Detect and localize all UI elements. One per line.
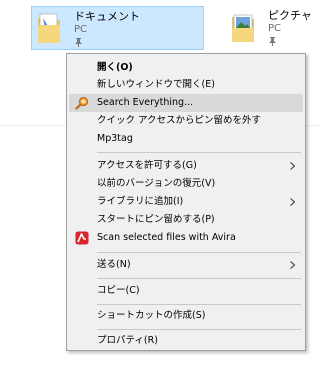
menu-item-properties[interactable]: プロパティ(R) xyxy=(69,332,303,350)
menu-item-label: Mp3tag xyxy=(97,133,133,144)
menu-separator xyxy=(97,278,301,279)
submenu-arrow-icon xyxy=(290,261,295,269)
avira-icon xyxy=(75,231,89,245)
menu-item-label: プロパティ(R) xyxy=(97,335,158,346)
menu-item-label: クイック アクセスからピン留めを外す xyxy=(97,115,262,126)
menu-item-label: Search Everything... xyxy=(97,97,194,108)
menu-item-label: スタートにピン留めする(P) xyxy=(97,214,215,225)
menu-separator xyxy=(97,304,301,305)
menu-item-scan-avira[interactable]: Scan selected files with Avira xyxy=(69,229,303,247)
file-name: ピクチャ xyxy=(268,9,312,22)
menu-item-label: アクセスを許可する(G) xyxy=(97,160,197,171)
menu-item-label: Scan selected files with Avira xyxy=(97,232,236,243)
submenu-arrow-icon xyxy=(290,198,295,206)
documents-folder-tile[interactable]: ドキュメント PC xyxy=(31,6,204,50)
menu-item-unpin-quick-access[interactable]: クイック アクセスからピン留めを外す xyxy=(69,112,303,130)
file-location: PC xyxy=(74,24,88,35)
menu-item-copy[interactable]: コピー(C) xyxy=(69,282,303,300)
menu-item-send-to[interactable]: 送る(N) xyxy=(69,256,303,274)
file-location: PC xyxy=(268,23,282,34)
menu-separator xyxy=(97,329,301,330)
menu-item-search-everything[interactable]: Search Everything... xyxy=(69,94,303,112)
pin-icon xyxy=(269,37,276,46)
context-menu: 開く(O) 新しいウィンドウで開く(E) Search Everything..… xyxy=(66,53,306,351)
menu-item-restore-versions[interactable]: 以前のバージョンの復元(V) xyxy=(69,175,303,193)
menu-item-create-shortcut[interactable]: ショートカットの作成(S) xyxy=(69,307,303,325)
menu-item-label: 新しいウィンドウで開く(E) xyxy=(97,79,215,90)
menu-item-add-to-library[interactable]: ライブラリに追加(I) xyxy=(69,193,303,211)
search-everything-icon xyxy=(75,96,89,110)
menu-item-give-access[interactable]: アクセスを許可する(G) xyxy=(69,157,303,175)
pictures-folder-icon xyxy=(232,14,254,42)
menu-item-open[interactable]: 開く(O) xyxy=(69,59,303,77)
menu-item-open-new-window[interactable]: 新しいウィンドウで開く(E) xyxy=(69,76,303,94)
pin-icon xyxy=(75,38,82,47)
menu-item-label: 送る(N) xyxy=(97,259,131,270)
documents-folder-icon xyxy=(38,13,60,43)
menu-separator xyxy=(97,152,301,153)
file-name: ドキュメント xyxy=(74,10,140,23)
menu-item-pin-to-start[interactable]: スタートにピン留めする(P) xyxy=(69,211,303,229)
menu-item-label: 開く(O) xyxy=(97,62,133,73)
menu-item-label: ライブラリに追加(I) xyxy=(97,196,184,207)
menu-item-label: 以前のバージョンの復元(V) xyxy=(97,178,216,189)
menu-item-mp3tag[interactable]: Mp3tag xyxy=(69,130,303,148)
pictures-folder-tile[interactable]: ピクチャ PC xyxy=(223,6,320,50)
menu-separator xyxy=(97,252,301,253)
menu-item-label: コピー(C) xyxy=(97,285,140,296)
menu-item-label: ショートカットの作成(S) xyxy=(97,310,206,321)
submenu-arrow-icon xyxy=(290,162,295,170)
